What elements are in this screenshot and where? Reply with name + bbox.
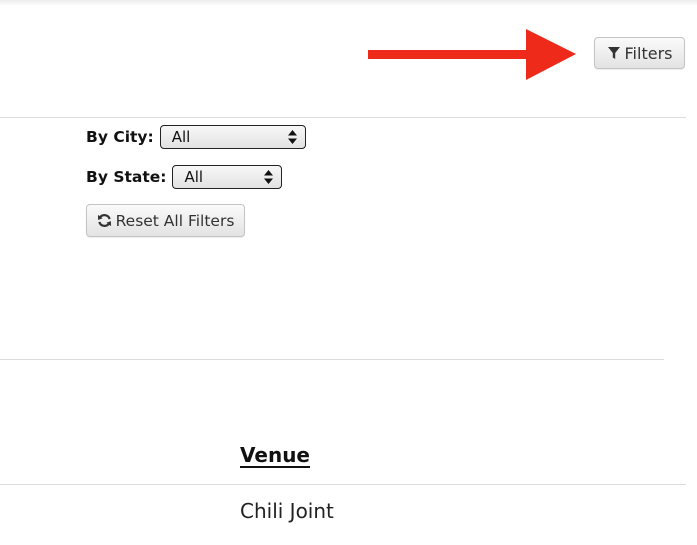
top-shadow <box>0 0 697 6</box>
select-arrows-icon <box>287 130 297 144</box>
annotation-arrow-head <box>526 29 576 80</box>
state-select[interactable]: All <box>172 165 283 189</box>
select-arrows-icon <box>264 170 274 184</box>
city-filter-label: By City: <box>86 128 154 146</box>
annotation-arrow-shaft <box>368 50 528 59</box>
city-select[interactable]: All <box>159 125 306 149</box>
state-select-value: All <box>184 168 204 186</box>
divider-middle <box>0 359 664 360</box>
table-header-venue[interactable]: Venue <box>240 443 310 467</box>
reset-button-label: Reset All Filters <box>115 211 235 230</box>
table-row[interactable]: Chili Joint <box>240 499 334 523</box>
table-header-divider <box>0 484 686 485</box>
filters-button[interactable]: Filters <box>594 37 685 69</box>
reset-all-filters-button[interactable]: Reset All Filters <box>86 204 245 237</box>
filters-button-label: Filters <box>624 43 673 63</box>
funnel-icon <box>607 47 620 59</box>
page: Filters By City: All By State: All Reset… <box>0 0 697 545</box>
city-select-value: All <box>171 128 191 146</box>
annotation-arrow <box>368 29 576 80</box>
state-filter-label: By State: <box>86 168 167 186</box>
state-filter: By State: All <box>86 165 283 189</box>
refresh-icon <box>97 214 111 227</box>
divider-top <box>0 117 686 118</box>
city-filter: By City: All <box>86 125 306 149</box>
